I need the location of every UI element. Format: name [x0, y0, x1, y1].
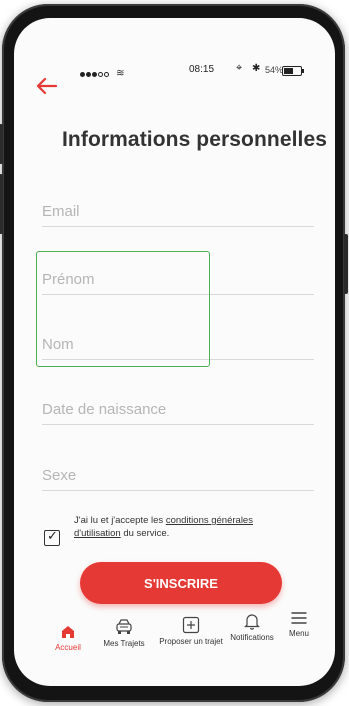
gender-input[interactable]	[42, 467, 314, 484]
last-name-input[interactable]	[42, 336, 314, 353]
tab-label: Accueil	[55, 643, 81, 652]
volume-button	[0, 124, 3, 164]
status-bar: ≋ 08:15 ⌖ ✱ 54%	[14, 62, 335, 82]
tab-menu[interactable]: Menu	[284, 610, 314, 638]
terms-suffix: du service.	[120, 527, 170, 539]
tab-label: Mes Trajets	[103, 639, 145, 648]
tab-mes-trajets[interactable]: Mes Trajets	[98, 618, 150, 648]
terms-text: J'ai lu et j'accepte les conditions géné…	[74, 515, 286, 540]
home-icon	[62, 626, 74, 638]
last-name-field[interactable]	[42, 327, 314, 360]
first-name-field[interactable]	[42, 262, 314, 295]
signup-button[interactable]: S'INSCRIRE	[80, 562, 282, 604]
terms-link[interactable]: d'utilisation	[74, 528, 121, 539]
back-arrow-icon[interactable]	[36, 76, 60, 98]
checkmark-icon: ✓	[47, 528, 58, 543]
tab-proposer-un-trajet[interactable]: Proposer un trajet	[154, 616, 228, 646]
terms-checkbox[interactable]: ✓	[44, 528, 60, 546]
battery-percent: 54%	[265, 65, 284, 75]
terms-link[interactable]: conditions générales	[166, 515, 253, 526]
birthdate-field[interactable]	[42, 392, 314, 425]
volume-button	[0, 174, 3, 234]
tab-notifications[interactable]: Notifications	[226, 612, 278, 642]
location-icon: ⌖	[236, 62, 243, 74]
tab-label: Menu	[288, 629, 309, 638]
bottom-tab-bar: Accueil Mes Trajets Proposer un trajet N…	[14, 610, 335, 660]
email-field[interactable]	[42, 194, 314, 227]
menu-icon	[291, 612, 307, 624]
terms-prefix: J'ai lu et j'accepte les	[74, 515, 166, 526]
bell-icon	[244, 614, 260, 630]
tab-label: Proposer un trajet	[159, 637, 223, 646]
power-button	[344, 234, 348, 294]
gender-field[interactable]	[42, 458, 314, 491]
first-name-input[interactable]	[42, 271, 314, 288]
battery-icon	[282, 66, 304, 76]
signal-icon: ≋	[80, 68, 125, 80]
tab-accueil[interactable]: Accueil	[48, 624, 88, 652]
page-title: Informations personnelles	[62, 128, 328, 151]
email-input[interactable]	[42, 203, 314, 220]
status-time: 08:15	[189, 64, 215, 75]
tab-label: Notifications	[230, 633, 274, 642]
plus-square-icon	[182, 616, 200, 634]
birthdate-input[interactable]	[42, 401, 314, 418]
bluetooth-icon: ✱	[252, 63, 261, 74]
car-icon	[116, 619, 132, 634]
